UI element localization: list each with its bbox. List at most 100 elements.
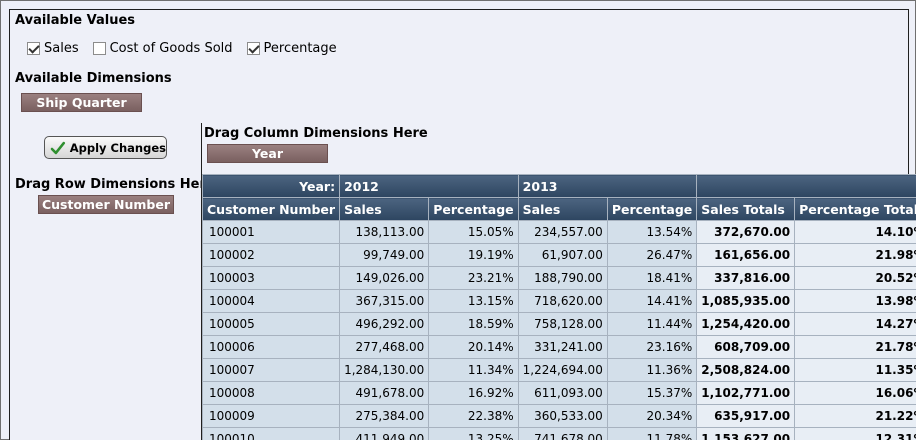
sales-cell: 411,949.00 [339,427,430,440]
sales-total-cell: 1,102,771.00 [696,381,796,405]
sales-total-cell: 161,656.00 [696,243,796,267]
sales-header: Sales [339,197,430,221]
sales-cell: 741,678.00 [517,427,608,440]
available-values-heading: Available Values [15,13,136,28]
table-row: 100001 138,113.00 15.05% 234,557.00 13.5… [201,220,916,244]
column-header-row: Customer Number Sales Percentage Sales P… [201,197,916,221]
customer-number-header: Customer Number [201,197,341,221]
sales-total-cell: 1,153,627.00 [696,427,796,440]
sales-cell: 758,128.00 [517,312,608,336]
percentage-cell: 11.34% [428,358,519,382]
sales-total-cell: 372,670.00 [696,220,796,244]
sales-total-cell: 337,816.00 [696,266,796,290]
sales-cell: 149,026.00 [339,266,430,290]
percentage-total-cell: 16.06% [794,381,916,405]
cost-of-goods-sold-checkbox[interactable] [92,42,106,55]
sales-cell: 496,292.00 [339,312,430,336]
percentage-total-cell: 14.27% [794,312,916,336]
sales-cell: 188,790.00 [517,266,608,290]
table-row: 100009 275,384.00 22.38% 360,533.00 20.3… [201,404,916,428]
percentage-header: Percentage [606,197,698,221]
sales-cell: 360,533.00 [517,404,608,428]
percentage-cell: 16.92% [428,381,519,405]
sales-cell: 99,749.00 [339,243,430,267]
option-sales[interactable]: Sales [27,41,79,56]
percentage-total-cell: 13.98% [794,289,916,313]
customer-cell: 100007 [201,358,341,382]
dimension-chip-customer-number[interactable]: Customer Number [38,195,174,214]
percentage-cell: 23.21% [428,266,519,290]
option-label: Percentage [263,41,337,56]
percentage-cell: 18.59% [428,312,519,336]
column-drop-heading: Drag Column Dimensions Here [204,126,428,141]
percentage-cell: 20.14% [428,335,519,359]
sales-cell: 367,315.00 [339,289,430,313]
sales-cell: 138,113.00 [339,220,430,244]
available-dimensions-heading: Available Dimensions [15,71,172,86]
customer-cell: 100001 [201,220,341,244]
year-header-2013: 2013 [517,174,698,198]
year-header-row: Year: 2012 2013 [201,174,916,198]
value-options: Sales Cost of Goods Sold Percentage [27,41,351,56]
option-label: Sales [44,41,79,56]
sales-total-cell: 1,085,935.00 [696,289,796,313]
percentage-cell: 15.37% [606,381,698,405]
percentage-totals-header: Percentage Totals [794,197,916,221]
percentage-cell: 19.19% [428,243,519,267]
percentage-cell: 23.16% [606,335,698,359]
option-label: Cost of Goods Sold [109,41,233,56]
percentage-total-cell: 14.10% [794,220,916,244]
sales-cell: 61,907.00 [517,243,608,267]
percentage-total-cell: 11.35% [794,358,916,382]
option-percentage[interactable]: Percentage [246,41,337,56]
sales-cell: 277,468.00 [339,335,430,359]
percentage-total-cell: 20.52% [794,266,916,290]
percentage-checkbox[interactable] [246,42,260,55]
customer-cell: 100002 [201,243,341,267]
percentage-total-cell: 21.98% [794,243,916,267]
customer-cell: 100009 [201,404,341,428]
dimension-chip-ship-quarter[interactable]: Ship Quarter [21,93,142,112]
table-row: 100010 411,949.00 13.25% 741,678.00 11.7… [201,427,916,440]
row-drop-heading: Drag Row Dimensions Here [15,177,215,192]
sales-cell: 1,224,694.00 [517,358,608,382]
percentage-total-cell: 21.78% [794,335,916,359]
sales-cell: 234,557.00 [517,220,608,244]
pivot-panel: Drag Row Dimensions Here Customer Number… [9,174,916,440]
dimension-chip-year[interactable]: Year [207,144,328,163]
sales-total-cell: 1,254,420.00 [696,312,796,336]
divider [201,123,202,174]
percentage-cell: 22.38% [428,404,519,428]
table-row: 100008 491,678.00 16.92% 611,093.00 15.3… [201,381,916,405]
table-row: 100005 496,292.00 18.59% 758,128.00 11.4… [201,312,916,336]
totals-header-blank [696,174,916,198]
percentage-cell: 15.05% [428,220,519,244]
apply-changes-button[interactable]: Apply Changes [44,136,167,159]
available-values-panel: Available Values Sales Cost of Goods Sol… [9,9,909,68]
sales-cell: 1,284,130.00 [339,358,430,382]
apply-changes-label: Apply Changes [69,140,166,155]
table-row: 100002 99,749.00 19.19% 61,907.00 26.47%… [201,243,916,267]
percentage-total-cell: 12.31% [794,427,916,440]
percentage-header: Percentage [428,197,519,221]
sales-cell: 611,093.00 [517,381,608,405]
column-drop-panel: Apply Changes Drag Column Dimensions Her… [9,123,909,175]
sales-header: Sales [517,197,608,221]
customer-cell: 100004 [201,289,341,313]
option-cost-of-goods-sold[interactable]: Cost of Goods Sold [92,41,233,56]
sales-cell: 718,620.00 [517,289,608,313]
available-dimensions-panel: Available Dimensions Ship Quarter [9,67,909,124]
table-row: 100004 367,315.00 13.15% 718,620.00 14.4… [201,289,916,313]
customer-cell: 100003 [201,266,341,290]
pivot-config-window: Available Values Sales Cost of Goods Sol… [0,0,916,440]
percentage-cell: 11.36% [606,358,698,382]
sales-totals-header: Sales Totals [696,197,796,221]
percentage-cell: 11.44% [606,312,698,336]
percentage-cell: 18.41% [606,266,698,290]
percentage-cell: 13.25% [428,427,519,440]
checkmark-icon [50,141,66,154]
sales-total-cell: 635,917.00 [696,404,796,428]
customer-cell: 100008 [201,381,341,405]
sales-checkbox[interactable] [27,42,40,55]
customer-cell: 100005 [201,312,341,336]
